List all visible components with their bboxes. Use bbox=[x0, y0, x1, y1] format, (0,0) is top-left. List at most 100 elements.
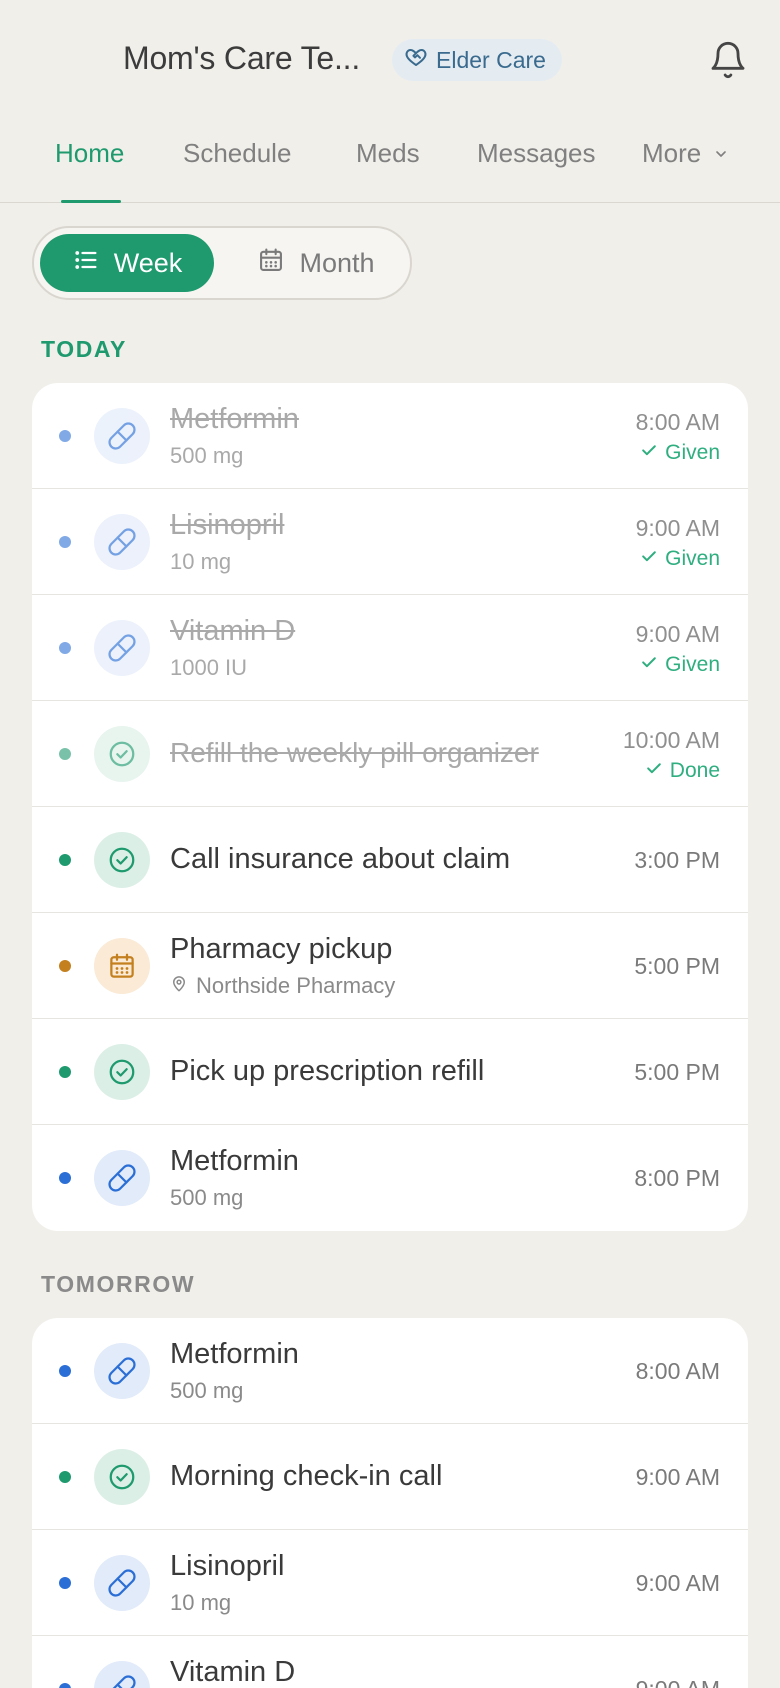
item-name: Vitamin D bbox=[170, 615, 296, 647]
status-badge: Given bbox=[639, 546, 720, 572]
check-circle-icon bbox=[94, 1449, 150, 1505]
type-dot bbox=[59, 430, 71, 442]
item-name: Lisinopril bbox=[170, 509, 285, 541]
item-time: 9:00 AM bbox=[635, 621, 720, 647]
tab-more[interactable]: More bbox=[642, 138, 729, 169]
team-title[interactable]: Mom's Care Te... bbox=[123, 40, 360, 77]
type-dot bbox=[59, 854, 71, 866]
type-dot bbox=[59, 642, 71, 654]
pill-icon bbox=[94, 1661, 150, 1688]
type-dot bbox=[59, 1577, 71, 1589]
view-toggle: Week Month bbox=[32, 226, 412, 300]
pill-icon bbox=[94, 1150, 150, 1206]
list-item[interactable]: Call insurance about claim 3:00 PM bbox=[32, 807, 748, 913]
item-time: 3:00 PM bbox=[634, 847, 720, 873]
tab-schedule[interactable]: Schedule bbox=[183, 138, 291, 169]
item-dose: 500 mg bbox=[170, 443, 244, 468]
tab-more-label: More bbox=[642, 138, 702, 168]
pill-icon bbox=[94, 514, 150, 570]
app-header: Mom's Care Te... Elder Care bbox=[0, 0, 780, 120]
type-dot bbox=[59, 960, 71, 972]
item-name: Metformin bbox=[170, 1145, 299, 1177]
status-label: Given bbox=[665, 441, 720, 464]
list-item[interactable]: Vitamin D 1000 IU 9:00 AM Given bbox=[32, 595, 748, 701]
chevron-down-icon bbox=[713, 138, 729, 169]
item-time: 5:00 PM bbox=[634, 953, 720, 979]
status-badge: Given bbox=[639, 440, 720, 466]
tab-messages[interactable]: Messages bbox=[477, 138, 596, 169]
list-item[interactable]: Refill the weekly pill organizer 10:00 A… bbox=[32, 701, 748, 807]
care-type-label: Elder Care bbox=[436, 46, 546, 73]
type-dot bbox=[59, 536, 71, 548]
item-name: Metformin bbox=[170, 403, 299, 435]
week-view-label: Week bbox=[113, 247, 183, 278]
month-view-button[interactable]: Month bbox=[246, 234, 386, 292]
item-time: 8:00 AM bbox=[635, 1358, 720, 1384]
item-time: 8:00 PM bbox=[634, 1165, 720, 1191]
item-name: Vitamin D bbox=[170, 1656, 296, 1688]
heart-handshake-icon bbox=[404, 45, 428, 75]
tomorrow-section-label: TOMORROW bbox=[41, 1271, 196, 1297]
item-name: Call insurance about claim bbox=[170, 843, 511, 875]
tab-meds[interactable]: Meds bbox=[356, 138, 420, 169]
list-item[interactable]: Vitamin D 9:00 AM bbox=[32, 1636, 748, 1688]
list-item[interactable]: Metformin 500 mg 8:00 AM Given bbox=[32, 383, 748, 489]
pill-icon bbox=[94, 620, 150, 676]
list-item[interactable]: Metformin 500 mg 8:00 AM bbox=[32, 1318, 748, 1424]
check-icon bbox=[639, 652, 659, 678]
status-badge: Done bbox=[644, 758, 720, 784]
item-time: 9:00 AM bbox=[635, 1464, 720, 1490]
care-type-badge: Elder Care bbox=[392, 39, 562, 81]
item-time: 9:00 AM bbox=[636, 1676, 720, 1688]
calendar-icon bbox=[257, 246, 285, 281]
pill-icon bbox=[94, 408, 150, 464]
notifications-button[interactable] bbox=[704, 38, 752, 86]
check-icon bbox=[644, 758, 664, 784]
type-dot bbox=[59, 1683, 71, 1688]
tab-home[interactable]: Home bbox=[55, 138, 124, 169]
type-dot bbox=[59, 1172, 71, 1184]
today-section-label: TODAY bbox=[41, 336, 127, 362]
status-label: Given bbox=[665, 547, 720, 570]
item-time: 10:00 AM bbox=[622, 727, 720, 753]
list-item[interactable]: Lisinopril 10 mg 9:00 AM bbox=[32, 1530, 748, 1636]
item-dose: 10 mg bbox=[170, 549, 232, 574]
status-badge: Given bbox=[639, 652, 720, 678]
item-time: 8:00 AM bbox=[635, 409, 720, 435]
calendar-icon bbox=[94, 938, 150, 994]
active-tab-indicator bbox=[61, 200, 121, 203]
tomorrow-schedule-list: Metformin 500 mg 8:00 AM Morning check-i… bbox=[32, 1318, 748, 1688]
check-circle-icon bbox=[94, 726, 150, 782]
list-item[interactable]: Pick up prescription refill 5:00 PM bbox=[32, 1019, 748, 1125]
item-dose: 1000 IU bbox=[170, 655, 248, 680]
list-item[interactable]: Morning check-in call 9:00 AM bbox=[32, 1424, 748, 1530]
item-name: Lisinopril bbox=[170, 1550, 285, 1582]
week-view-button[interactable]: Week bbox=[40, 234, 214, 292]
status-label: Done bbox=[669, 759, 720, 782]
check-circle-icon bbox=[94, 832, 150, 888]
today-schedule-list: Metformin 500 mg 8:00 AM Given Lisinopri… bbox=[32, 383, 748, 1231]
location-label: Northside Pharmacy bbox=[196, 973, 396, 998]
list-item[interactable]: Metformin 500 mg 8:00 PM bbox=[32, 1125, 748, 1231]
map-pin-icon bbox=[170, 973, 188, 999]
type-dot bbox=[59, 1066, 71, 1078]
item-dose: 10 mg bbox=[170, 1590, 232, 1615]
list-item[interactable]: Lisinopril 10 mg 9:00 AM Given bbox=[32, 489, 748, 595]
list-item[interactable]: Pharmacy pickup Northside Pharmacy 5:00 … bbox=[32, 913, 748, 1019]
item-name: Pharmacy pickup bbox=[170, 933, 393, 965]
item-time: 5:00 PM bbox=[634, 1059, 720, 1085]
item-time: 9:00 AM bbox=[635, 1570, 720, 1596]
type-dot bbox=[59, 748, 71, 760]
main-tabs: Home Schedule Meds Messages More bbox=[0, 120, 780, 203]
type-dot bbox=[59, 1471, 71, 1483]
type-dot bbox=[59, 1365, 71, 1377]
pill-icon bbox=[94, 1555, 150, 1611]
item-dose: 500 mg bbox=[170, 1378, 244, 1403]
list-icon bbox=[72, 246, 100, 281]
item-name: Morning check-in call bbox=[170, 1460, 443, 1492]
check-icon bbox=[639, 440, 659, 466]
check-icon bbox=[639, 546, 659, 572]
item-name: Pick up prescription refill bbox=[170, 1055, 485, 1087]
item-name: Metformin bbox=[170, 1338, 299, 1370]
item-location: Northside Pharmacy bbox=[170, 973, 395, 999]
